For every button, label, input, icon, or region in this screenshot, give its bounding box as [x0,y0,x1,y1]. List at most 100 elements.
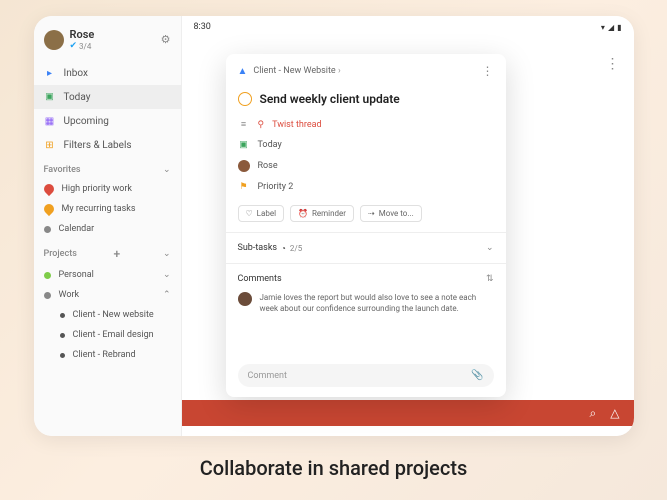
subtasks-label: Sub-tasks [238,243,278,253]
comment-placeholder: Comment [248,371,472,381]
nav-today[interactable]: ▣ Today [34,85,181,109]
sidebar: Rose ✔ 3/4 ⚙ ▸ Inbox ▣ Today ▦ Upcoming … [34,16,182,436]
task-title: Send weekly client update [260,92,400,106]
user-meta: ✔ 3/4 [70,41,95,51]
favorites-header[interactable]: Favorites ⌄ [34,157,181,179]
flag-icon: ⚑ [238,182,250,192]
settings-icon[interactable]: ⚙ [161,33,171,46]
nav-filters[interactable]: ⊞ Filters & Labels [34,133,181,157]
clock-icon: ⏰ [298,209,308,218]
more-menu-icon[interactable]: ⋮ [606,56,620,72]
comment-input[interactable]: Comment 📎 [238,364,494,387]
comments-header[interactable]: Comments ⇅ [238,274,494,284]
comments-section: Comments ⇅ Jamie loves the report but wo… [226,264,506,324]
nav-label: Filters & Labels [64,140,132,151]
nav-label: Upcoming [64,116,109,127]
label-chip[interactable]: ♡ Label [238,205,285,222]
user-progress: 3/4 [79,42,91,51]
upcoming-icon: ▦ [44,115,56,127]
favorite-label: My recurring tasks [62,204,136,214]
subtasks-count: 2/5 [290,244,302,253]
status-bar: 8:30 ▾ ◢ ▮ [182,16,634,38]
project-item[interactable]: Personal ⌄ [34,265,181,285]
verified-icon: ✔ [70,41,78,51]
breadcrumb-text: Client - New Website [253,66,335,76]
attach-icon[interactable]: 📎 [471,370,483,381]
breadcrumb[interactable]: Client - New Website › [253,66,340,76]
favorites-label: Favorites [44,165,81,175]
bottom-toolbar: ⌕ △ [182,400,634,426]
chip-label: Reminder [312,209,346,218]
person-icon: ▲ [238,66,248,77]
chip-label: Label [257,209,276,218]
add-project-icon[interactable]: + [114,247,121,261]
more-icon[interactable]: ⋮ [482,64,494,78]
user-profile[interactable]: Rose ✔ 3/4 ⚙ [34,28,181,61]
subproject-dot [60,333,65,338]
subproject-item[interactable]: Client - Rebrand [34,345,181,365]
notification-icon[interactable]: △ [610,406,619,420]
subproject-item[interactable]: Client - New website [34,305,181,325]
project-dot [44,292,51,299]
user-avatar [44,30,64,50]
favorite-item[interactable]: My recurring tasks [34,199,181,219]
twist-link-row[interactable]: ≡ ⚲ Twist thread [226,114,506,135]
modal-header: ▲ Client - New Website › ⋮ [226,54,506,88]
wifi-icon: ▾ [601,23,605,32]
action-chips: ♡ Label ⏰ Reminder ⇢ Move to... [226,197,506,232]
twist-link: Twist thread [272,120,322,130]
favorite-label: High priority work [62,184,132,194]
chevron-up-icon: ⌃ [163,290,171,300]
assignee-row[interactable]: Rose [226,155,506,177]
nav-upcoming[interactable]: ▦ Upcoming [34,109,181,133]
subproject-dot [60,313,65,318]
nav-label: Inbox [64,68,88,79]
projects-header[interactable]: Projects + ⌄ [34,239,181,265]
status-icons: ▾ ◢ ▮ [601,23,622,32]
moveto-chip[interactable]: ⇢ Move to... [360,205,422,222]
priority-row[interactable]: ⚑ Priority 2 [226,177,506,197]
subproject-label: Client - Email design [73,330,154,340]
chevron-down-icon: ⌄ [163,249,171,259]
reminder-chip[interactable]: ⏰ Reminder [290,205,354,222]
task-detail-modal: ▲ Client - New Website › ⋮ Send weekly c… [226,54,506,397]
chevron-right-icon: › [338,66,341,76]
signal-icon: ◢ [608,23,614,32]
subproject-label: Client - New website [73,310,154,320]
drop-icon [41,202,55,216]
search-icon[interactable]: ⌕ [590,406,597,421]
project-label: Personal [59,270,94,280]
user-name: Rose [70,28,95,41]
move-icon: ⇢ [368,209,375,218]
comment-item: Jamie loves the report but would also lo… [238,292,494,314]
project-item[interactable]: Work ⌃ [34,285,181,305]
chip-label: Move to... [379,209,414,218]
projects-label: Projects [44,249,77,259]
subtasks-row[interactable]: Sub-tasks ◔ 2/5 ⌄ [226,233,506,263]
subproject-item[interactable]: Client - Email design [34,325,181,345]
comment-text: Jamie loves the report but would also lo… [260,292,494,314]
favorite-label: Calendar [59,224,95,234]
inbox-icon: ▸ [44,67,56,79]
progress-icon: ◔ [281,244,286,253]
chevron-down-icon: ⌄ [163,165,171,175]
date-label: Today [258,140,282,150]
chevron-down-icon: ⌄ [163,270,171,280]
comment-avatar [238,292,252,306]
task-checkbox[interactable] [238,92,252,106]
link-icon: ⚲ [258,120,265,130]
favorite-item[interactable]: Calendar [34,219,181,239]
calendar-icon: ▣ [238,140,250,150]
nav-inbox[interactable]: ▸ Inbox [34,61,181,85]
status-time: 8:30 [194,22,211,32]
tag-icon: ♡ [246,209,253,218]
date-row[interactable]: ▣ Today [226,135,506,155]
battery-icon: ▮ [617,23,621,32]
nav-label: Today [64,92,91,103]
today-icon: ▣ [44,91,56,103]
favorite-item[interactable]: High priority work [34,179,181,199]
drop-icon [41,182,55,196]
subproject-dot [60,353,65,358]
priority-label: Priority 2 [258,182,294,192]
expand-icon[interactable]: ⇅ [486,274,494,284]
